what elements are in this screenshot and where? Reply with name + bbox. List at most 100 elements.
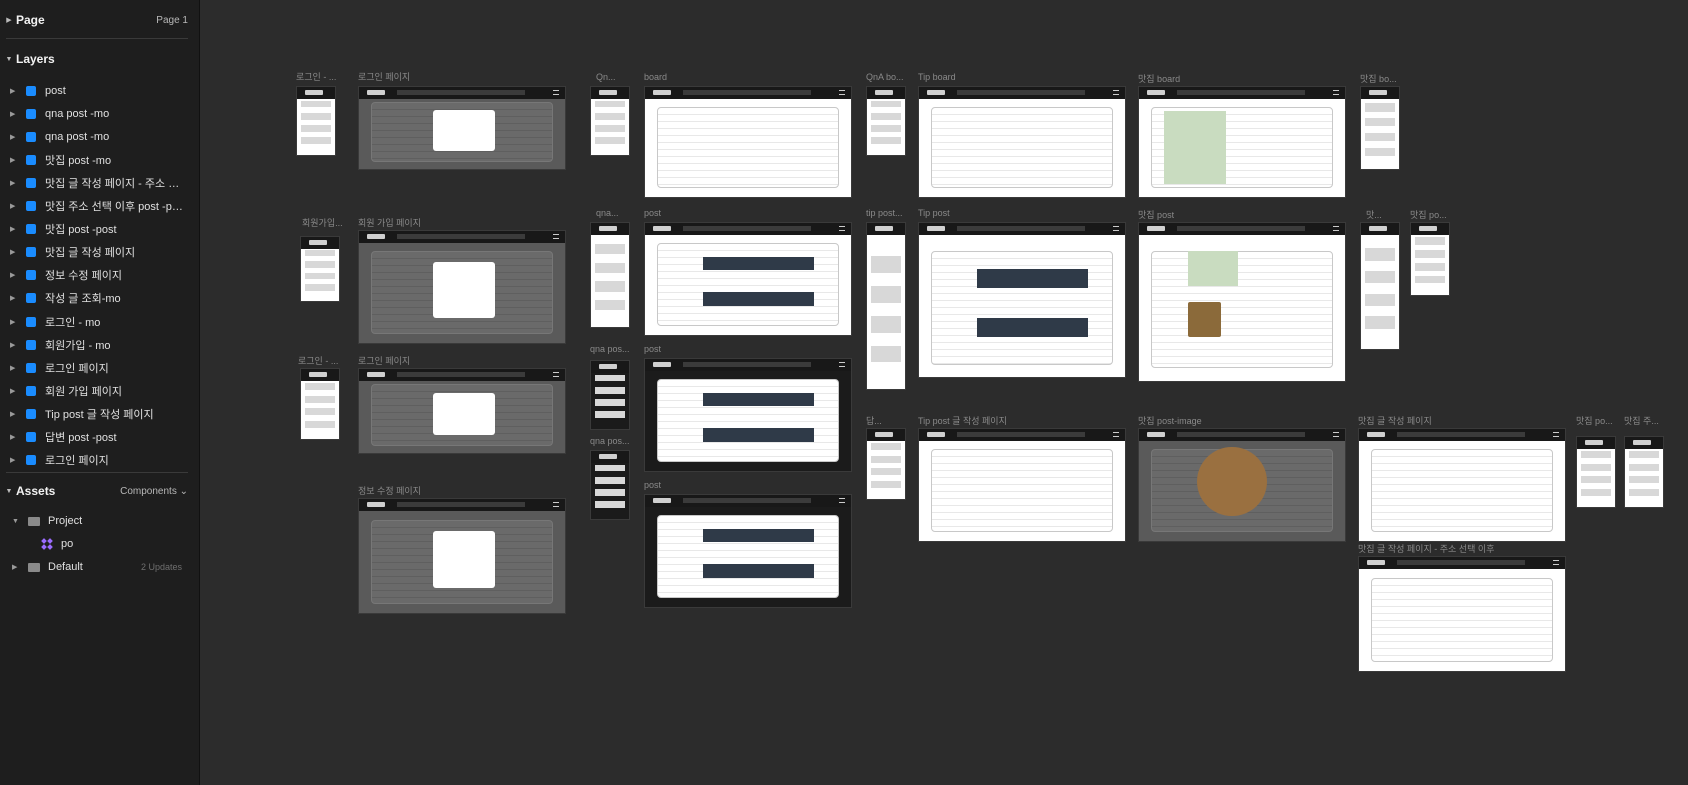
- frame-thumbnail[interactable]: [1410, 222, 1450, 296]
- caret-right-icon[interactable]: ▶: [10, 318, 20, 326]
- caret-right-icon[interactable]: ▶: [2, 16, 16, 24]
- layer-item[interactable]: ▶ 회원 가입 페이지: [0, 379, 200, 402]
- frame-label[interactable]: 로그인 - ...: [298, 354, 338, 367]
- frame-label[interactable]: 로그인 페이지: [358, 354, 410, 367]
- layer-item[interactable]: ▶ 정보 수정 페이지: [0, 264, 200, 287]
- layer-item[interactable]: ▶ post: [0, 79, 200, 102]
- caret-right-icon[interactable]: ▶: [10, 179, 20, 187]
- caret-right-icon[interactable]: ▶: [10, 294, 20, 302]
- caret-right-icon[interactable]: ▶: [10, 110, 20, 118]
- layer-item[interactable]: ▶ 회원가입 - mo: [0, 333, 200, 356]
- frame-label[interactable]: tip post...: [866, 208, 903, 218]
- layer-item[interactable]: ▶ 맛집 주소 선택 이후 post -po...: [0, 195, 200, 218]
- frame-label[interactable]: 로그인 - ...: [296, 70, 336, 83]
- layer-item[interactable]: ▶ Tip post 글 작성 페이지: [0, 402, 200, 425]
- frame-label[interactable]: post: [644, 480, 661, 490]
- caret-right-icon[interactable]: ▶: [10, 364, 20, 372]
- design-canvas[interactable]: 로그인 - ... 로그인 페이지 Qn... board QnA bo... Tip b…: [200, 0, 1688, 785]
- frame-label[interactable]: Qn...: [596, 72, 616, 82]
- caret-right-icon[interactable]: ▶: [10, 433, 20, 441]
- frame-label[interactable]: QnA bo...: [866, 72, 904, 82]
- frame-thumbnail[interactable]: [1360, 86, 1400, 170]
- frame-thumbnail[interactable]: [1358, 428, 1566, 542]
- layer-item[interactable]: ▶ 작성 글 조회-mo: [0, 287, 200, 310]
- frame-label[interactable]: 맛집 post-image: [1138, 414, 1202, 427]
- caret-right-icon[interactable]: ▶: [10, 156, 20, 164]
- frame-thumbnail[interactable]: [358, 498, 566, 614]
- frame-thumbnail[interactable]: [358, 86, 566, 170]
- layer-item[interactable]: ▶ 맛집 글 작성 페이지: [0, 241, 200, 264]
- frame-thumbnail[interactable]: [1360, 222, 1400, 350]
- frame-label[interactable]: post: [644, 344, 661, 354]
- frame-thumbnail[interactable]: [1624, 436, 1664, 508]
- frame-label[interactable]: qna pos...: [590, 436, 630, 446]
- frame-label[interactable]: 맛집 board: [1138, 72, 1180, 85]
- layers-section-header[interactable]: ▼ Layers: [0, 48, 200, 70]
- frame-label[interactable]: Tip post: [918, 208, 950, 218]
- caret-down-icon[interactable]: ▼: [12, 518, 22, 525]
- caret-right-icon[interactable]: ▶: [10, 87, 20, 95]
- frame-thumbnail[interactable]: [918, 86, 1126, 198]
- frame-label[interactable]: 정보 수정 페이지: [358, 484, 421, 497]
- frame-thumbnail[interactable]: [590, 360, 630, 430]
- frame-thumbnail[interactable]: [644, 358, 852, 472]
- frame-label[interactable]: 회원 가입 페이지: [358, 216, 421, 229]
- frame-label[interactable]: 맛집 po...: [1410, 208, 1447, 221]
- frame-label[interactable]: 로그인 페이지: [358, 70, 410, 83]
- caret-right-icon[interactable]: ▶: [10, 202, 20, 210]
- caret-right-icon[interactable]: ▶: [12, 563, 22, 571]
- page-section-header[interactable]: ▶ Page Page 1: [0, 9, 200, 31]
- frame-thumbnail[interactable]: [300, 368, 340, 440]
- frame-thumbnail[interactable]: [644, 222, 852, 336]
- frame-label[interactable]: 맛집 주...: [1624, 414, 1659, 427]
- caret-right-icon[interactable]: ▶: [10, 456, 20, 464]
- frame-label[interactable]: 맛...: [1366, 208, 1382, 221]
- caret-right-icon[interactable]: ▶: [10, 225, 20, 233]
- frame-thumbnail[interactable]: [358, 230, 566, 344]
- frame-label[interactable]: Tip board: [918, 72, 956, 82]
- caret-right-icon[interactable]: ▶: [10, 387, 20, 395]
- current-page-name[interactable]: Page 1: [156, 15, 188, 26]
- layer-item[interactable]: ▶ 답변 post -post: [0, 426, 200, 449]
- frame-label[interactable]: post: [644, 208, 661, 218]
- frame-thumbnail[interactable]: [866, 428, 906, 500]
- components-dropdown[interactable]: Components ⌄: [120, 486, 188, 497]
- frame-label[interactable]: 맛집 post: [1138, 208, 1174, 221]
- frame-thumbnail[interactable]: [866, 222, 906, 390]
- frame-label[interactable]: Tip post 글 작성 페이지: [918, 414, 1007, 427]
- caret-right-icon[interactable]: ▶: [10, 410, 20, 418]
- frame-thumbnail[interactable]: [1358, 556, 1566, 672]
- frame-thumbnail[interactable]: [300, 236, 340, 302]
- frame-thumbnail[interactable]: [358, 368, 566, 454]
- frame-thumbnail[interactable]: [644, 86, 852, 198]
- frame-label[interactable]: board: [644, 72, 667, 82]
- asset-folder-default[interactable]: ▶ Default 2 Updates: [0, 556, 200, 578]
- layer-item[interactable]: ▶ 맛집 글 작성 페이지 - 주소 선...: [0, 171, 200, 194]
- frame-thumbnail[interactable]: [1138, 428, 1346, 542]
- frame-thumbnail[interactable]: [1576, 436, 1616, 508]
- frame-label[interactable]: 회원가입...: [302, 216, 343, 229]
- caret-right-icon[interactable]: ▶: [10, 341, 20, 349]
- layer-item[interactable]: ▶ 로그인 페이지: [0, 449, 200, 472]
- frame-thumbnail[interactable]: [590, 222, 630, 328]
- frame-thumbnail[interactable]: [1138, 222, 1346, 382]
- assets-section-header[interactable]: ▼ Assets Components ⌄: [0, 480, 200, 502]
- asset-component-po[interactable]: po: [0, 533, 200, 555]
- caret-down-icon[interactable]: ▼: [2, 488, 16, 495]
- layer-item[interactable]: ▶ 맛집 post -post: [0, 218, 200, 241]
- frame-thumbnail[interactable]: [590, 86, 630, 156]
- frame-label[interactable]: 맛집 bo...: [1360, 72, 1397, 85]
- frame-label[interactable]: 맛집 글 작성 페이지 - 주소 선택 이후: [1358, 542, 1494, 555]
- layer-item[interactable]: ▶ 로그인 페이지: [0, 356, 200, 379]
- caret-right-icon[interactable]: ▶: [10, 133, 20, 141]
- frame-thumbnail[interactable]: [1138, 86, 1346, 198]
- frame-thumbnail[interactable]: [866, 86, 906, 156]
- caret-right-icon[interactable]: ▶: [10, 248, 20, 256]
- frame-label[interactable]: qna pos...: [590, 344, 630, 354]
- frame-thumbnail[interactable]: [296, 86, 336, 156]
- layer-item[interactable]: ▶ qna post -mo: [0, 102, 200, 125]
- layer-item[interactable]: ▶ qna post -mo: [0, 125, 200, 148]
- caret-right-icon[interactable]: ▶: [10, 271, 20, 279]
- frame-label[interactable]: 맛집 글 작성 페이지: [1358, 414, 1432, 427]
- frame-label[interactable]: 맛집 po...: [1576, 414, 1613, 427]
